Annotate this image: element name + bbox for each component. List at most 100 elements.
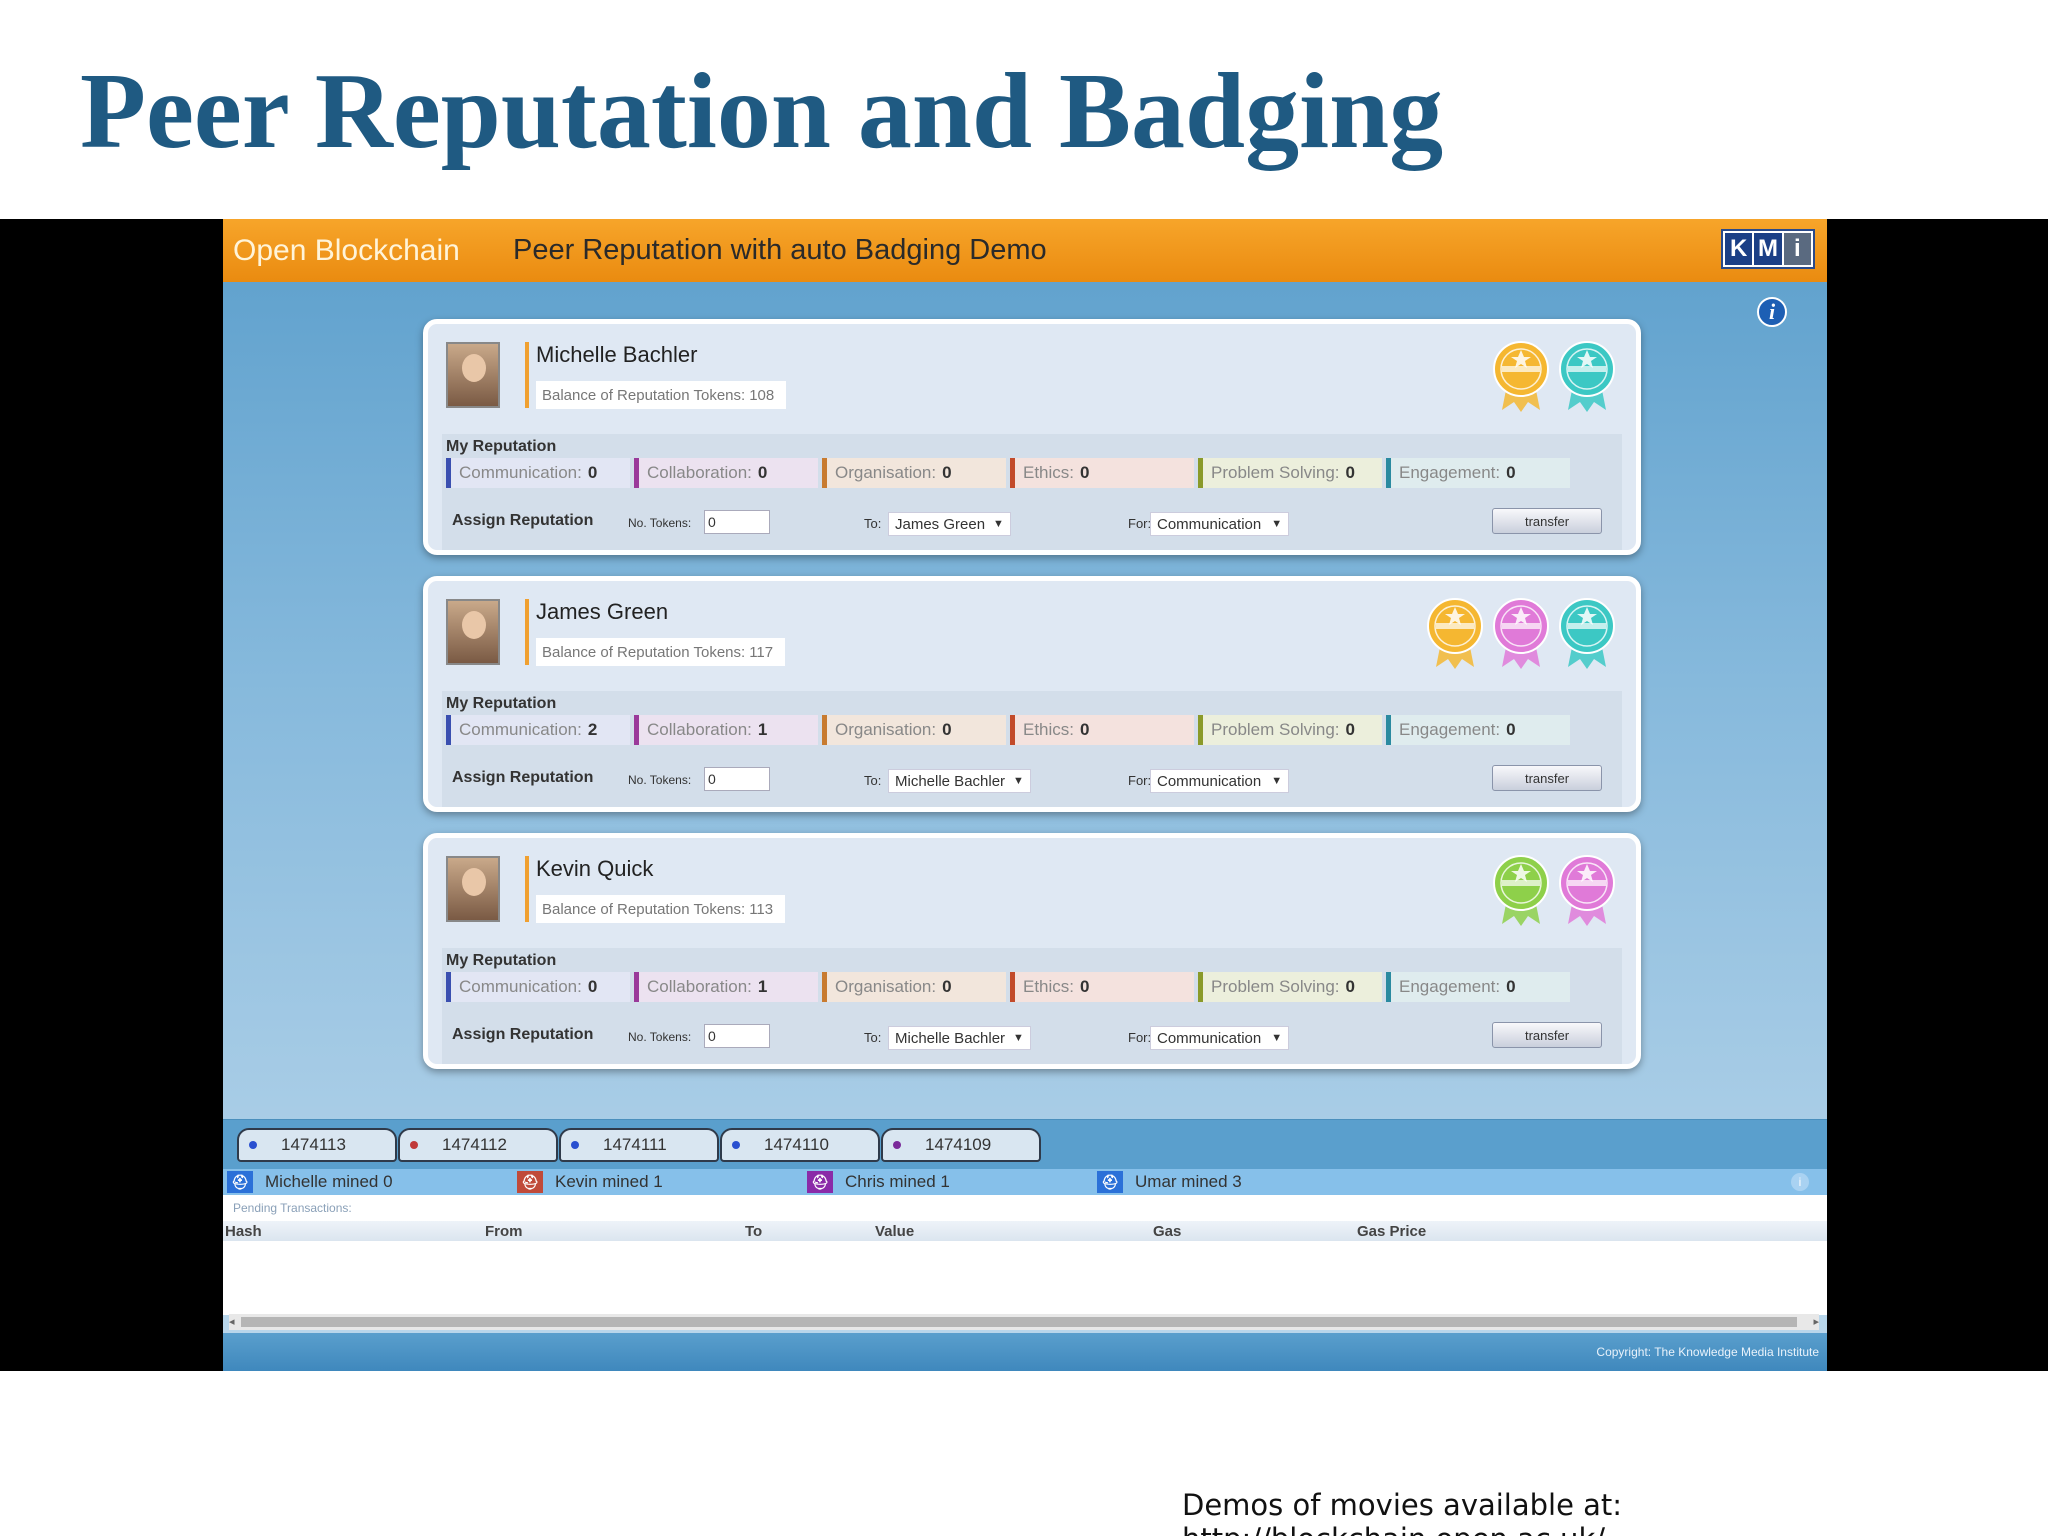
to-label: To: (864, 516, 882, 531)
category-value: Communication (1157, 772, 1262, 790)
recipient-value: Michelle Bachler (895, 772, 1006, 790)
reputation-label: Engagement: (1399, 977, 1501, 996)
assign-reputation-label: Assign Reputation (452, 1026, 594, 1043)
transfer-button[interactable]: transfer (1492, 508, 1602, 534)
reputation-label: Problem Solving: (1211, 463, 1340, 482)
reputation-value: 0 (1080, 463, 1090, 482)
reputation-label: Communication: (459, 720, 582, 739)
token-balance: Balance of Reputation Tokens: 108 (536, 381, 787, 409)
badge-icon (1558, 597, 1616, 669)
copyright-text: Copyright: The Knowledge Media Institute (1596, 1345, 1819, 1359)
reputation-label: Collaboration: (647, 720, 752, 739)
reputation-value: 0 (1080, 977, 1090, 996)
badge-icon (1426, 597, 1484, 669)
reputation-label: Communication: (459, 463, 582, 482)
recipient-select[interactable]: James Green ▼ (888, 512, 1011, 536)
recipient-value: James Green (895, 515, 986, 533)
block-tab[interactable]: 1474111 (559, 1128, 719, 1162)
user-name: Kevin Quick (536, 856, 654, 881)
avatar (446, 599, 500, 665)
tokens-input[interactable]: 0 (704, 1024, 770, 1048)
reputation-cell: Communication: 0 (446, 458, 630, 488)
to-label: To: (864, 773, 882, 788)
reputation-value: 0 (942, 720, 952, 739)
balance-value: 113 (749, 900, 774, 918)
block-number: 1474113 (281, 1135, 346, 1154)
reputation-label: Problem Solving: (1211, 977, 1340, 996)
to-label: To: (864, 1030, 882, 1045)
reputation-cell: Organisation: 0 (822, 715, 1006, 745)
balance-label: Balance of Reputation Tokens: (542, 643, 746, 661)
block-tab[interactable]: 1474112 (398, 1128, 558, 1162)
pending-transactions: Pending Transactions: Hash From To Value… (223, 1195, 1827, 1315)
reputation-label: Ethics: (1023, 977, 1075, 996)
block-dot-icon (893, 1141, 901, 1149)
block-tab[interactable]: 1474113 (237, 1128, 397, 1162)
recipient-value: Michelle Bachler (895, 1029, 1006, 1047)
recipient-select[interactable]: Michelle Bachler ▼ (888, 769, 1031, 793)
reputation-value: 0 (942, 463, 952, 482)
horizontal-scrollbar[interactable]: ◂ ▸ (229, 1314, 1819, 1330)
miner-label: Michelle mined 0 (265, 1172, 393, 1191)
category-select[interactable]: Communication ▼ (1150, 512, 1290, 536)
scroll-right-arrow-icon[interactable]: ▸ (1813, 1315, 1819, 1328)
category-value: Communication (1157, 515, 1262, 533)
balance-label: Balance of Reputation Tokens: (542, 386, 746, 404)
logo-letter: M (1754, 233, 1782, 265)
recipient-select[interactable]: Michelle Bachler ▼ (888, 1026, 1031, 1050)
category-select[interactable]: Communication ▼ (1150, 769, 1290, 793)
tokens-input[interactable]: 0 (704, 767, 770, 791)
reputation-label: Collaboration: (647, 463, 752, 482)
tokens-input[interactable]: 0 (704, 510, 770, 534)
reputation-value: 0 (1345, 720, 1355, 739)
column-header: Gas (1153, 1223, 1182, 1240)
caret-down-icon: ▼ (1013, 1032, 1024, 1044)
reputation-cell: Ethics: 0 (1010, 972, 1194, 1002)
reputation-label: Communication: (459, 977, 582, 996)
app-header: Open Blockchain Peer Reputation with aut… (223, 219, 1827, 282)
column-header: To (745, 1223, 763, 1240)
pending-table-header: Hash From To Value Gas Gas Price (223, 1221, 1827, 1241)
user-name: James Green (536, 599, 669, 624)
block-tab[interactable]: 1474110 (720, 1128, 880, 1162)
block-number: 1474111 (603, 1135, 667, 1154)
reputation-panel: My Reputation Communication: 2 Collaboratio… (442, 691, 1622, 807)
balance-value: 117 (749, 643, 774, 661)
token-balance: Balance of Reputation Tokens: 113 (536, 895, 786, 923)
block-number: 1474112 (442, 1135, 507, 1154)
column-header: Value (875, 1223, 915, 1240)
miners-info-icon[interactable]: i (1791, 1173, 1809, 1191)
column-header: Hash (225, 1223, 262, 1240)
transfer-button[interactable]: transfer (1492, 1022, 1602, 1048)
miner-person-icon: ⛑ (1097, 1171, 1123, 1193)
brand-label: Open Blockchain (233, 233, 460, 267)
slide-title: Peer Reputation and Badging (80, 52, 1444, 171)
reputation-value: 2 (587, 720, 598, 739)
scrollbar-thumb[interactable] (241, 1317, 1797, 1327)
avatar (446, 342, 500, 408)
reputation-value: 0 (942, 977, 952, 996)
reputation-label: Engagement: (1399, 720, 1501, 739)
reputation-cell: Engagement: 0 (1386, 715, 1570, 745)
category-select[interactable]: Communication ▼ (1150, 1026, 1290, 1050)
block-tab[interactable]: 1474109 (881, 1128, 1041, 1162)
reputation-cell: Engagement: 0 (1386, 458, 1570, 488)
for-label: For: (1128, 516, 1152, 531)
column-header: Gas Price (1357, 1223, 1427, 1240)
badge-icon (1492, 597, 1550, 669)
user-name: Michelle Bachler (536, 342, 698, 367)
block-dot-icon (732, 1141, 740, 1149)
reputation-cell: Collaboration: 0 (634, 458, 818, 488)
tokens-label: No. Tokens: (628, 516, 692, 530)
info-icon[interactable]: i (1757, 297, 1787, 327)
reputation-row: Communication: 0 Collaboration: 0 Organisati… (446, 458, 1570, 488)
reputation-panel: My Reputation Communication: 0 Collaboratio… (442, 948, 1622, 1064)
transfer-button[interactable]: transfer (1492, 765, 1602, 791)
scroll-left-arrow-icon[interactable]: ◂ (229, 1315, 235, 1328)
caret-down-icon: ▼ (1271, 518, 1283, 530)
reputation-value: 0 (1345, 463, 1355, 482)
assign-reputation-label: Assign Reputation (452, 769, 594, 786)
balance-label: Balance of Reputation Tokens: (542, 900, 746, 918)
caret-down-icon: ▼ (1013, 775, 1024, 787)
reputation-value: 0 (1506, 720, 1516, 739)
